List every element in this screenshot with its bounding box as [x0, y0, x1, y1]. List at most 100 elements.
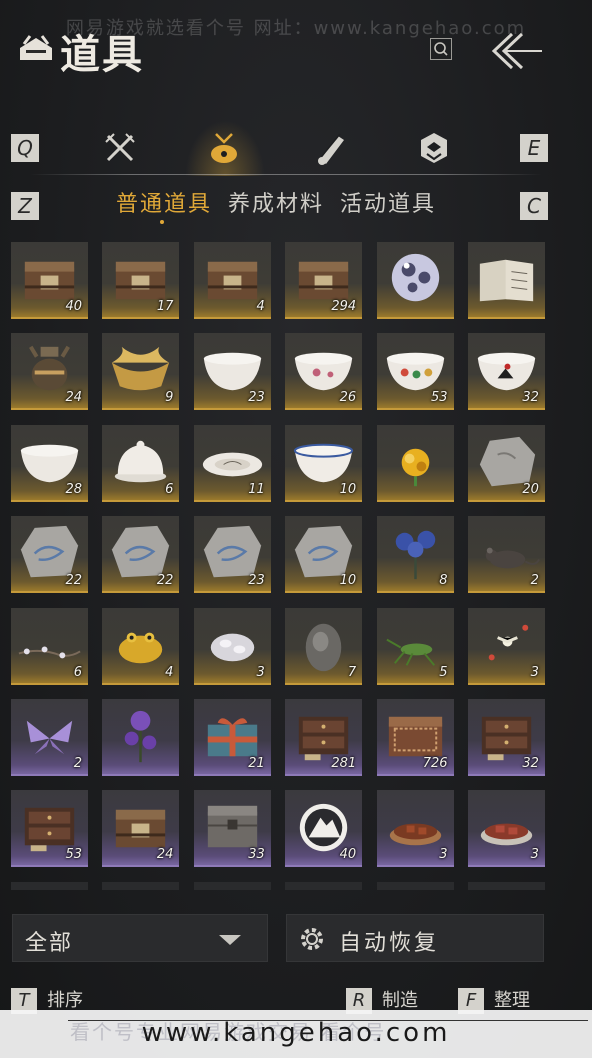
item-slot[interactable]: 53: [376, 333, 454, 411]
search-icon: [434, 42, 448, 56]
item-quantity: 3: [530, 847, 539, 863]
filter-dropdown[interactable]: 全部: [12, 914, 268, 962]
item-slot[interactable]: [102, 881, 180, 890]
item-slot[interactable]: 281: [285, 698, 363, 776]
item-slot[interactable]: 6: [11, 607, 88, 685]
item-slot[interactable]: 40: [285, 790, 363, 868]
item-slot[interactable]: 11: [193, 424, 271, 502]
item-slot[interactable]: 26: [285, 333, 363, 411]
next-subtab-key[interactable]: C: [520, 192, 548, 220]
item-slot[interactable]: 9: [102, 333, 180, 411]
item-slot[interactable]: [376, 242, 454, 319]
inventory-screen: 网易游戏就选看个号 网址：www.kangehao.com 道具 Q E Z C…: [0, 0, 592, 1058]
item-slot[interactable]: 8: [376, 516, 454, 594]
item-slot[interactable]: 10: [285, 516, 363, 594]
item-slot[interactable]: [467, 881, 545, 890]
item-slot[interactable]: 23: [193, 333, 271, 411]
item-slot[interactable]: 33: [193, 790, 271, 868]
item-slot[interactable]: 53: [11, 790, 88, 868]
subtab-common-items[interactable]: 普通道具: [116, 186, 212, 218]
item-quantity: 17: [156, 299, 174, 314]
tab-scrolls[interactable]: [306, 124, 354, 172]
item-quantity: 11: [248, 481, 265, 497]
purple-flower-icon: [125, 710, 157, 763]
item-slot[interactable]: 10: [285, 424, 363, 502]
item-quantity: 32: [522, 390, 539, 406]
item-slot[interactable]: [193, 881, 271, 890]
prev-subtab-key[interactable]: Z: [11, 192, 39, 220]
item-quantity: 5: [439, 664, 448, 680]
filter-label: 全部: [25, 931, 74, 956]
subtab-event-items[interactable]: 活动道具: [340, 186, 436, 218]
item-slot[interactable]: 294: [285, 242, 363, 319]
partial-icon: [285, 882, 362, 890]
item-slot[interactable]: 3: [467, 607, 545, 685]
item-quantity: 28: [65, 481, 82, 497]
item-quantity: 4: [165, 664, 174, 680]
item-slot[interactable]: 23: [193, 516, 271, 594]
item-slot[interactable]: 24: [102, 790, 180, 868]
item-slot[interactable]: 4: [193, 242, 271, 319]
item-slot[interactable]: [285, 881, 363, 890]
chevron-down-icon: [219, 935, 241, 945]
item-grid[interactable]: 40 17 4 294 24 9 23 26 53 32 28 6 11 10 20 22 22 23 10 8 2 6 4…: [11, 242, 545, 890]
item-quantity: 33: [248, 847, 265, 863]
item-slot[interactable]: 3: [193, 607, 271, 685]
item-slot[interactable]: 5: [376, 607, 454, 685]
bundle-bag-icon: [211, 133, 237, 163]
item-slot[interactable]: 21: [193, 698, 271, 776]
item-quantity: 294: [331, 299, 357, 314]
partial-icon: [102, 882, 179, 890]
item-slot[interactable]: 32: [467, 333, 545, 411]
item-slot[interactable]: 24: [11, 333, 88, 411]
search-button[interactable]: [430, 38, 452, 60]
crossed-swords-icon: [105, 133, 135, 162]
tab-gems[interactable]: [410, 124, 458, 172]
item-quantity: 7: [347, 664, 357, 680]
item-slot[interactable]: 2: [11, 698, 88, 776]
crystal-orb-icon: [391, 253, 439, 302]
gear-icon: [301, 928, 323, 950]
item-slot[interactable]: [376, 881, 454, 890]
item-slot[interactable]: 726: [376, 698, 454, 776]
golden-flower-icon: [401, 448, 429, 486]
item-quantity: 10: [339, 573, 357, 589]
item-slot[interactable]: 28: [11, 424, 88, 502]
tab-weapons[interactable]: [96, 124, 144, 172]
item-quantity: 20: [522, 481, 539, 497]
item-quantity: 2: [530, 573, 539, 589]
sort-label: 排序: [47, 990, 83, 1011]
item-quantity: 4: [256, 299, 265, 314]
item-quantity: 9: [165, 390, 174, 406]
item-quantity: 8: [439, 573, 448, 589]
item-slot[interactable]: [376, 424, 454, 502]
item-quantity: 32: [522, 755, 539, 771]
item-quantity: 6: [73, 664, 82, 680]
next-category-key[interactable]: E: [520, 134, 548, 162]
item-slot[interactable]: [102, 698, 180, 776]
subtab-materials[interactable]: 养成材料: [228, 186, 324, 218]
item-slot[interactable]: 17: [102, 242, 180, 319]
tab-items[interactable]: [200, 124, 248, 172]
item-slot[interactable]: 4: [102, 607, 180, 685]
item-slot[interactable]: 3: [376, 790, 454, 868]
item-slot[interactable]: [467, 242, 545, 319]
item-quantity: 2: [73, 755, 82, 771]
item-slot[interactable]: 20: [467, 424, 545, 502]
auto-restore-button[interactable]: 自动恢复: [286, 914, 544, 962]
item-slot[interactable]: 7: [285, 607, 363, 685]
book-icon: [479, 259, 534, 302]
item-quantity: 24: [156, 847, 174, 863]
prev-category-key[interactable]: Q: [11, 134, 39, 162]
item-slot[interactable]: [11, 881, 88, 890]
item-slot[interactable]: 22: [11, 516, 88, 594]
back-arrow-icon[interactable]: [486, 30, 544, 72]
item-slot[interactable]: 22: [102, 516, 180, 594]
item-quantity: 23: [248, 573, 265, 589]
item-slot[interactable]: 6: [102, 424, 180, 502]
item-slot[interactable]: 40: [11, 242, 88, 319]
item-slot[interactable]: 3: [467, 790, 545, 868]
item-slot[interactable]: 2: [467, 516, 545, 594]
partial-icon: [194, 882, 271, 890]
item-slot[interactable]: 32: [467, 698, 545, 776]
